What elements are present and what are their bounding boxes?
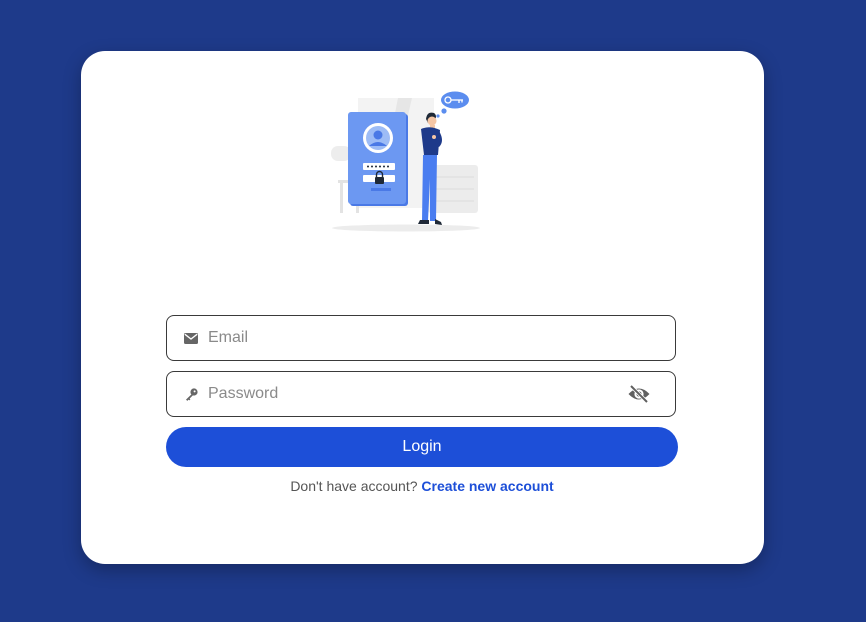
eye-slash-icon[interactable]: [627, 382, 651, 406]
password-input[interactable]: [208, 385, 627, 403]
email-field[interactable]: [166, 315, 676, 361]
key-icon: [184, 387, 198, 401]
email-input[interactable]: [208, 329, 675, 347]
login-illustration-icon: [330, 89, 482, 235]
signup-prompt-text: Don't have account?: [290, 478, 418, 494]
create-account-link[interactable]: Create new account: [421, 478, 553, 494]
login-button[interactable]: Login: [166, 427, 678, 467]
login-card: Login Don't have account? Create new acc…: [81, 51, 764, 564]
envelope-icon: [184, 331, 198, 345]
password-field[interactable]: [166, 371, 676, 417]
signup-prompt: Don't have account? Create new account: [166, 478, 678, 494]
